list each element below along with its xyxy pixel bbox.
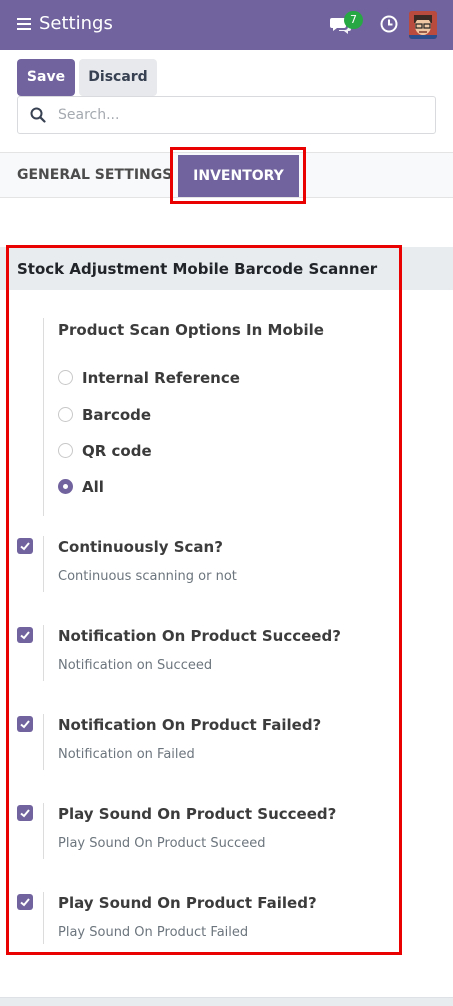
check-icon bbox=[20, 720, 30, 729]
setting-description: Play Sound On Product Succeed bbox=[58, 836, 266, 851]
search-icon bbox=[30, 107, 46, 123]
setting-description: Play Sound On Product Failed bbox=[58, 925, 249, 940]
next-section-header bbox=[0, 997, 453, 1006]
check-icon bbox=[20, 631, 30, 640]
discard-button[interactable]: Discard bbox=[79, 59, 157, 96]
setting-title: Notification On Product Failed? bbox=[58, 716, 322, 734]
radio-label: Barcode bbox=[82, 406, 152, 424]
message-count-badge: 7 bbox=[344, 11, 363, 29]
setting-title: Play Sound On Product Succeed? bbox=[58, 805, 337, 823]
setting-description: Notification on Failed bbox=[58, 747, 195, 762]
setting-description: Notification on Succeed bbox=[58, 658, 213, 673]
menu-icon[interactable] bbox=[17, 18, 31, 30]
scan-options-title: Product Scan Options In Mobile bbox=[58, 321, 324, 339]
continuous-scan-checkbox[interactable] bbox=[17, 538, 33, 554]
setting-title: Play Sound On Product Failed? bbox=[58, 894, 317, 912]
radio-label: QR code bbox=[82, 442, 152, 460]
check-icon bbox=[20, 898, 30, 907]
field-divider bbox=[43, 625, 44, 681]
search-input[interactable] bbox=[58, 105, 418, 125]
sound-succeed-checkbox[interactable] bbox=[17, 805, 33, 821]
field-divider bbox=[43, 714, 44, 770]
notification-failed-checkbox[interactable] bbox=[17, 716, 33, 732]
check-icon bbox=[20, 542, 30, 551]
field-divider bbox=[43, 536, 44, 592]
radio-button[interactable] bbox=[58, 370, 73, 385]
save-button[interactable]: Save bbox=[17, 59, 75, 96]
field-divider bbox=[43, 318, 44, 516]
field-divider bbox=[43, 803, 44, 859]
radio-button[interactable] bbox=[58, 443, 73, 458]
tab-general-settings[interactable]: GENERAL SETTINGS bbox=[17, 153, 172, 197]
top-navbar: Settings 7 bbox=[0, 0, 453, 50]
check-icon bbox=[20, 809, 30, 818]
radio-button[interactable] bbox=[58, 407, 73, 422]
field-divider bbox=[43, 892, 44, 944]
section-header: Stock Adjustment Mobile Barcode Scanner bbox=[0, 247, 453, 290]
app-title[interactable]: Settings bbox=[39, 13, 113, 35]
setting-description: Continuous scanning or not bbox=[58, 569, 237, 584]
search-box[interactable] bbox=[17, 96, 436, 134]
radio-button-selected[interactable] bbox=[58, 479, 73, 494]
clock-icon[interactable] bbox=[380, 15, 398, 33]
avatar[interactable] bbox=[409, 11, 437, 39]
setting-title: Notification On Product Succeed? bbox=[58, 627, 341, 645]
radio-label: Internal Reference bbox=[82, 369, 240, 387]
tab-inventory[interactable]: INVENTORY bbox=[178, 155, 299, 197]
radio-label: All bbox=[82, 478, 104, 496]
setting-title: Continuously Scan? bbox=[58, 538, 223, 556]
sound-failed-checkbox[interactable] bbox=[17, 894, 33, 910]
settings-tabs: GENERAL SETTINGS INVENTORY bbox=[0, 147, 453, 204]
section-title: Stock Adjustment Mobile Barcode Scanner bbox=[17, 260, 378, 278]
notification-succeed-checkbox[interactable] bbox=[17, 627, 33, 643]
